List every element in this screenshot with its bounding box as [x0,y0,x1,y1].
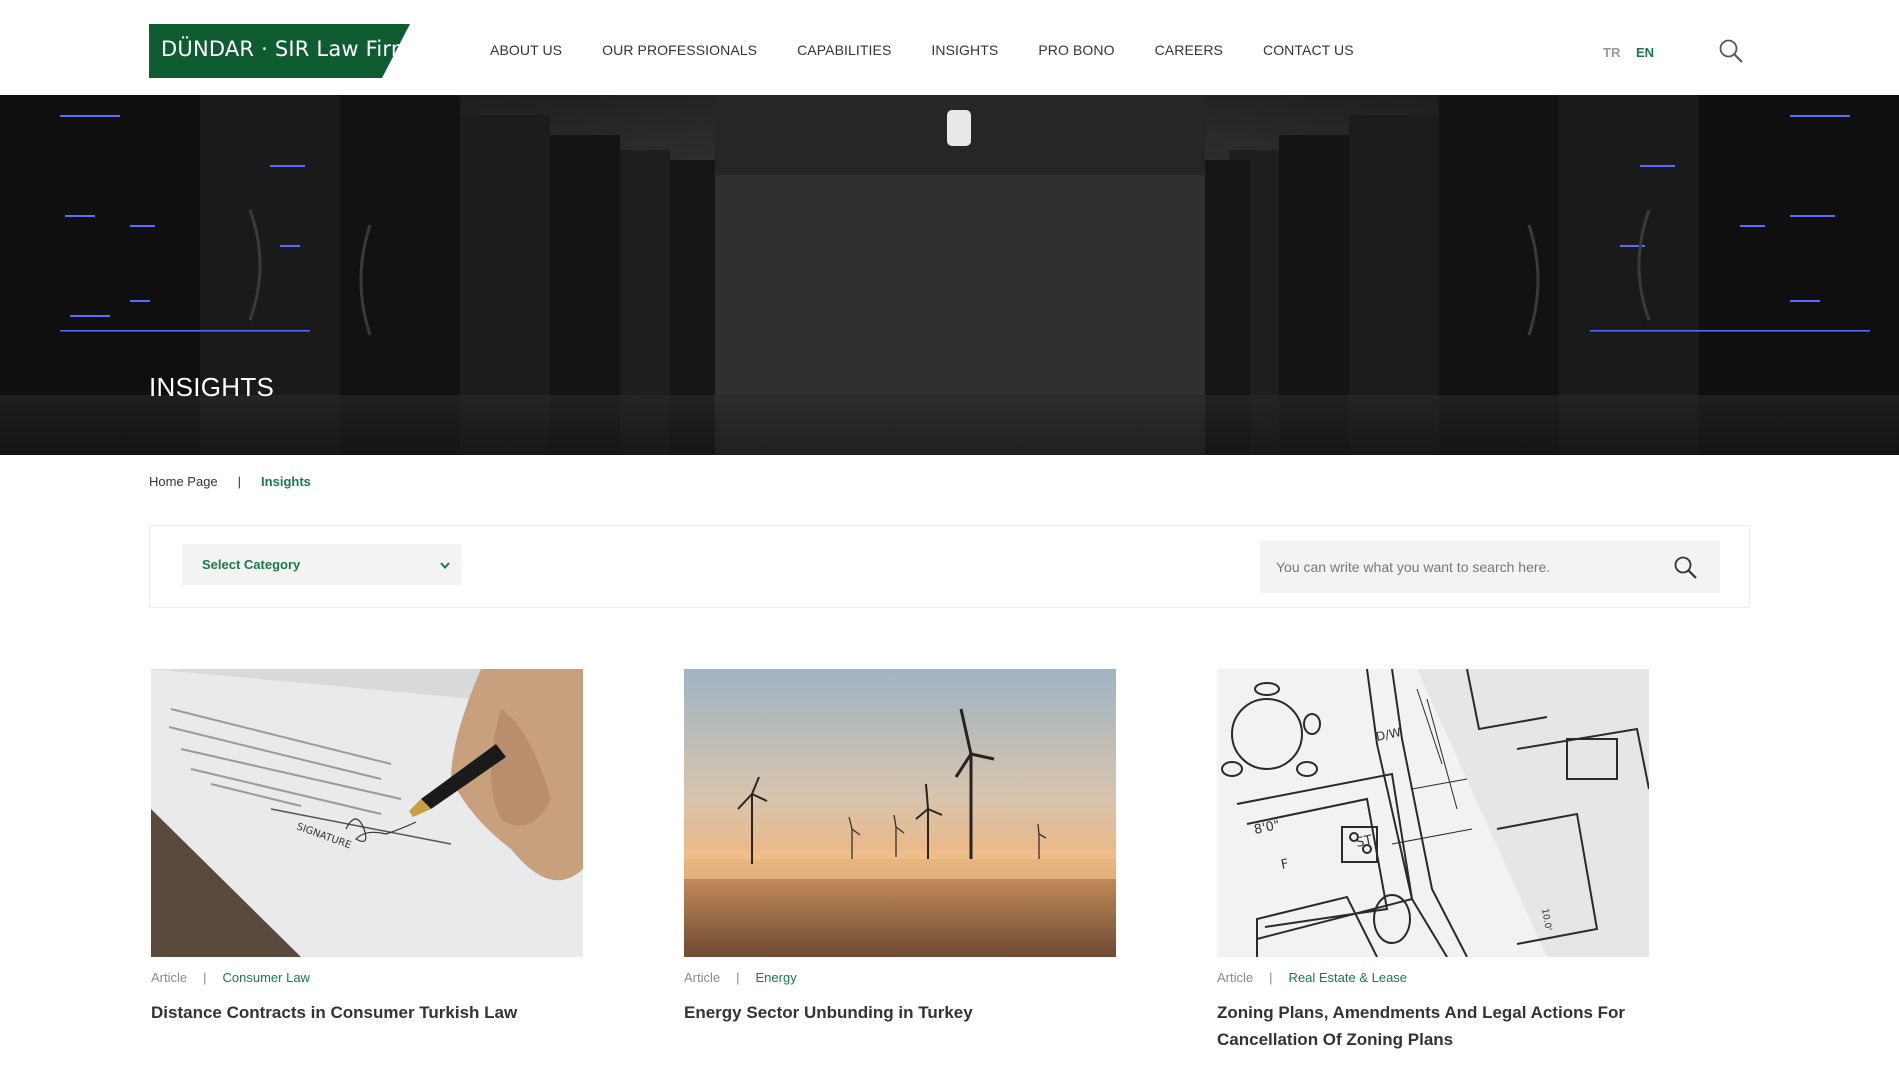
card-title[interactable]: Zoning Plans, Amendments And Legal Actio… [1217,999,1649,1053]
insight-card: Article | Energy Energy Sector Unbunding… [684,669,1116,1026]
card-title[interactable]: Energy Sector Unbunding in Turkey [684,999,1116,1026]
card-type: Article [684,970,721,985]
card-title[interactable]: Distance Contracts in Consumer Turkish L… [151,999,583,1026]
lang-en[interactable]: EN [1636,45,1654,60]
card-type: Article [1217,970,1254,985]
card-meta: Article | Real Estate & Lease [1217,970,1649,985]
meta-separator: | [203,970,207,985]
card-category[interactable]: Energy [756,970,797,985]
nav-pro-bono[interactable]: PRO BONO [1038,42,1114,58]
breadcrumb: Home Page | Insights [149,474,311,489]
meta-separator: | [736,970,740,985]
lang-tr[interactable]: TR [1603,45,1620,60]
site-header: DÜNDAR · SIR Law Firm ABOUT US OUR PROFE… [0,0,1899,95]
nav-about-us[interactable]: ABOUT US [490,42,562,58]
card-meta: Article | Energy [684,970,1116,985]
search-button[interactable] [1673,555,1698,580]
card-category[interactable]: Real Estate & Lease [1289,970,1408,985]
page-title: INSIGHTS [149,372,275,402]
search-icon [1674,556,1697,579]
floor-plan-image[interactable]: D/W 8'0" F ST 10.0' [1217,669,1649,957]
search-box [1260,541,1720,593]
nav-capabilities[interactable]: CAPABILITIES [797,42,891,58]
nav-careers[interactable]: CAREERS [1155,42,1223,58]
nav-our-professionals[interactable]: OUR PROFESSIONALS [602,42,757,58]
search-icon[interactable] [1718,38,1744,64]
nav-contact-us[interactable]: CONTACT US [1263,42,1354,58]
insight-card: SIGNATURE Article | Consumer Law Distanc… [151,669,583,1026]
search-input[interactable] [1260,541,1660,593]
card-type: Article [151,970,188,985]
card-category[interactable]: Consumer Law [223,970,310,985]
filter-bar: Select Category [149,525,1750,608]
brand-logo[interactable]: DÜNDAR · SIR Law Firm [149,24,412,78]
logo-text: DÜNDAR · SIR Law Firm [161,37,412,61]
insight-card: D/W 8'0" F ST 10.0' Article | Real Estat… [1217,669,1649,1053]
chevron-down-icon [440,562,450,570]
main-nav: ABOUT US OUR PROFESSIONALS CAPABILITIES … [490,42,1394,58]
breadcrumb-home[interactable]: Home Page [149,474,218,489]
server-room-image [0,95,1899,455]
nav-insights[interactable]: INSIGHTS [931,42,998,58]
signature-image[interactable]: SIGNATURE [151,669,583,957]
breadcrumb-current: Insights [261,474,311,489]
meta-separator: | [1269,970,1273,985]
hero-banner [0,95,1899,455]
breadcrumb-separator: | [237,474,242,489]
card-meta: Article | Consumer Law [151,970,583,985]
category-select-label: Select Category [202,557,301,572]
category-select[interactable]: Select Category [182,544,462,585]
wind-turbines-image[interactable] [684,669,1116,957]
